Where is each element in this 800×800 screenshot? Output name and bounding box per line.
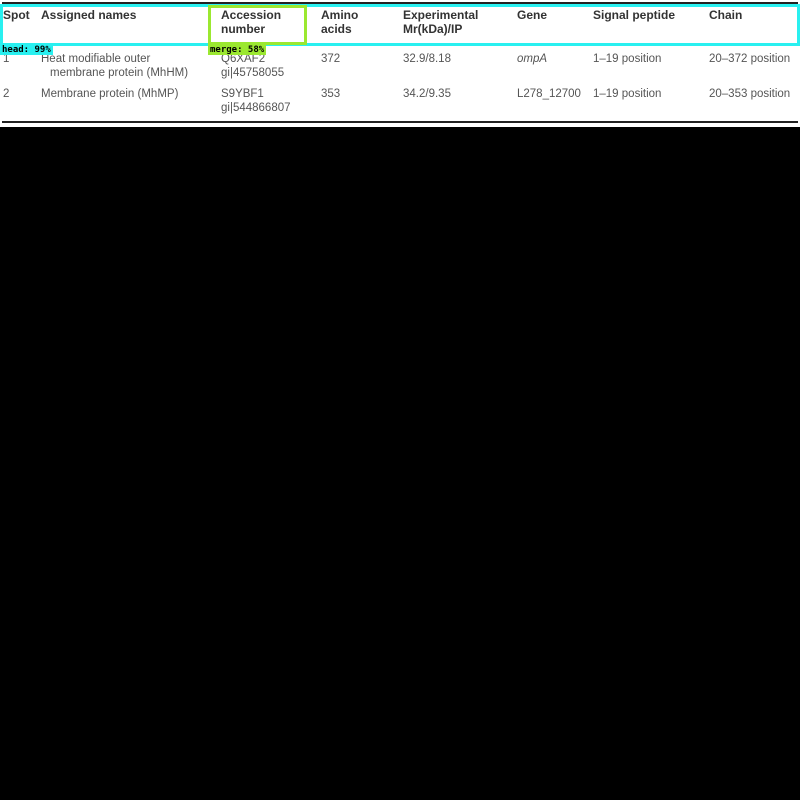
row2-spot: 2 [3,88,10,100]
row1-signal-peptide: 1–19 position [593,53,662,65]
row2-gene: L278_12700 [517,88,581,100]
bottom-rule [2,121,798,123]
row2-experimental: 34.2/9.35 [403,88,451,100]
row1-name-line2: membrane protein (MhHM) [50,67,189,79]
row1-amino-acids: 372 [321,53,341,65]
row2-chain: 20–353 position [709,88,791,100]
row1-accession-line2: gi|45758055 [221,67,285,79]
head-detection-label: head: 99% [0,45,53,55]
row2-accession-line2: gi|544866807 [221,102,291,114]
row1-experimental: 32.9/8.18 [403,53,451,65]
row1-chain: 20–372 position [709,53,791,65]
head-detection-box [0,4,800,46]
row1-name-line1: Heat modifiable outer [41,53,151,65]
row1-gene: ompA [517,53,548,65]
row2-signal-peptide: 1–19 position [593,88,662,100]
row2-accession-line1: S9YBF1 [221,88,264,100]
row2-name-line1: Membrane protein (MhMP) [41,88,179,100]
row2-amino-acids: 353 [321,88,341,100]
merge-detection-box [208,5,307,45]
merge-detection-label: merge: 58% [208,45,267,55]
